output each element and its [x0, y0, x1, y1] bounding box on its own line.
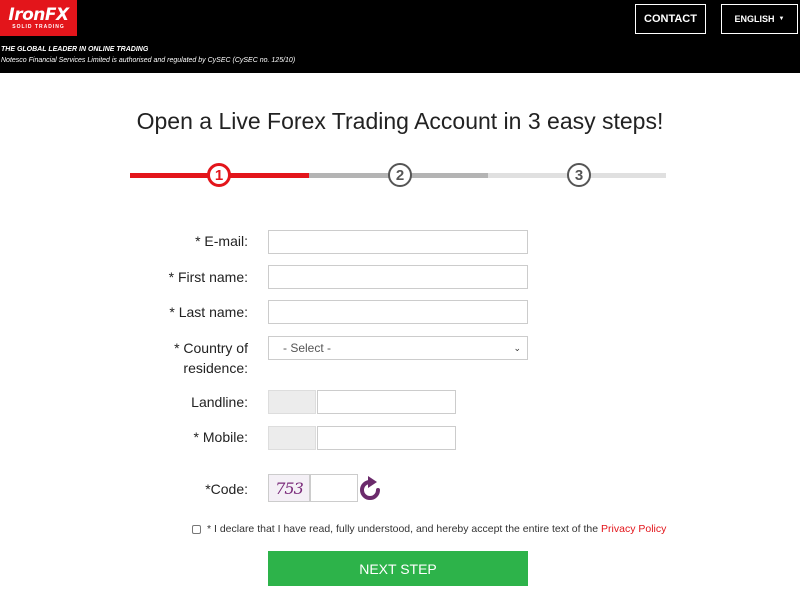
email-label: * E-mail: — [195, 233, 248, 249]
page-title: Open a Live Forex Trading Account in 3 e… — [136, 108, 664, 134]
ironfx-logo[interactable]: IronFX SOLID TRADING — [0, 0, 77, 36]
mobile-label: * Mobile: — [193, 429, 248, 445]
captcha-input[interactable] — [310, 474, 358, 502]
declaration-text: * I declare that I have read, fully unde… — [207, 523, 666, 535]
declaration-body: * I declare that I have read, fully unde… — [207, 523, 599, 535]
logo-subtext: SOLID TRADING — [12, 24, 65, 30]
country-select[interactable]: - Select - ⌄ — [268, 336, 528, 360]
mobile-prefix[interactable] — [268, 426, 316, 450]
privacy-policy-link[interactable]: Privacy Policy — [601, 523, 666, 535]
refresh-captcha-icon[interactable] — [359, 475, 381, 501]
contact-button[interactable]: CONTACT — [635, 4, 706, 34]
chevron-down-icon: ⌄ — [513, 342, 521, 353]
country-label-line1: * Country of — [174, 340, 248, 356]
email-field[interactable] — [268, 230, 528, 254]
landline-prefix[interactable] — [268, 390, 316, 414]
last-name-label: * Last name: — [169, 304, 248, 320]
mobile-field[interactable] — [317, 426, 456, 450]
language-label: ENGLISH — [734, 14, 775, 24]
country-label: * Country of residence: — [0, 338, 248, 378]
last-name-field[interactable] — [268, 300, 528, 324]
first-name-label: * First name: — [168, 269, 248, 285]
step-3-indicator: 3 — [567, 163, 591, 187]
first-name-field[interactable] — [268, 265, 528, 289]
step-1-indicator: 1 — [207, 163, 231, 187]
next-step-button[interactable]: NEXT STEP — [268, 551, 528, 586]
step-2-indicator: 2 — [388, 163, 412, 187]
regulation-notice: Notesco Financial Services Limited is au… — [1, 57, 296, 64]
language-selector[interactable]: ENGLISH ▼ — [721, 4, 798, 34]
country-selected-value: - Select - — [283, 341, 332, 355]
country-label-line2: residence: — [183, 360, 248, 376]
caret-down-icon: ▼ — [778, 16, 785, 22]
tagline: THE GLOBAL LEADER IN ONLINE TRADING — [1, 46, 149, 53]
logo-text: IronFX — [8, 5, 69, 25]
code-label: *Code: — [205, 481, 248, 497]
landline-field[interactable] — [317, 390, 456, 414]
landline-label: Landline: — [191, 394, 248, 410]
site-header: IronFX SOLID TRADING THE GLOBAL LEADER I… — [0, 0, 800, 73]
privacy-checkbox[interactable] — [192, 525, 201, 534]
captcha-image: 753 — [268, 474, 310, 502]
